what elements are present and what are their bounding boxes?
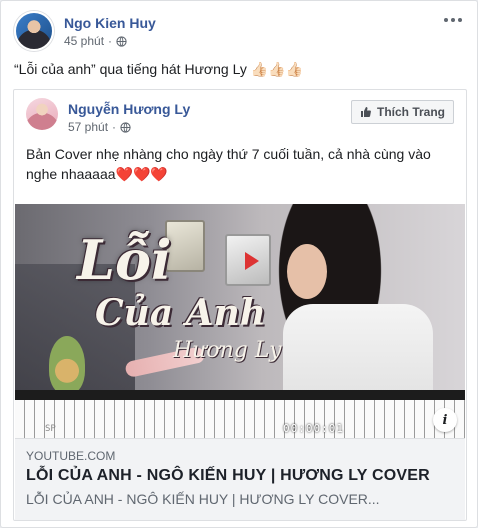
author-name[interactable]: Ngo Kien Huy	[64, 15, 156, 31]
more-options-icon[interactable]	[444, 13, 464, 27]
link-preview[interactable]: YOUTUBE.COM LỖI CỦA ANH - NGÔ KIẾN HUY |…	[15, 438, 465, 520]
link-domain: YOUTUBE.COM	[26, 449, 116, 463]
link-description: LỖI CỦA ANH - NGÔ KIẾN HUY | HƯƠNG LY CO…	[26, 491, 380, 507]
shared-author-avatar[interactable]	[26, 98, 58, 130]
video-overlay-singer: Hương Ly	[173, 338, 282, 363]
like-page-button[interactable]: Thích Trang	[350, 100, 454, 124]
video-bg-play-logo	[245, 252, 259, 270]
post-text: “Lỗi của anh” qua tiếng hát Hương Ly 👍🏻👍…	[14, 61, 304, 77]
link-title[interactable]: LỖI CỦA ANH - NGÔ KIẾN HUY | HƯƠNG LY CO…	[26, 467, 430, 485]
video-corner-text: SP	[45, 424, 56, 434]
thumbs-up-icon	[360, 107, 371, 117]
shared-post-text: Bản Cover nhẹ nhàng cho ngày thứ 7 cuối …	[26, 146, 431, 182]
video-bg-plant	[49, 336, 85, 394]
author-avatar[interactable]	[14, 11, 54, 51]
video-overlay-title: Lỗi	[77, 228, 172, 292]
shared-author-name[interactable]: Nguyễn Hương Ly	[68, 101, 190, 117]
post-meta: 45 phút ·	[64, 34, 127, 48]
video-preview[interactable]: Lỗi Của Anh Hương Ly SP 00:00:01 i	[15, 204, 465, 438]
shared-post: Nguyễn Hương Ly 57 phút · Thích Trang Bả…	[13, 89, 467, 521]
like-page-label: Thích Trang	[376, 105, 445, 119]
video-piano-keys	[15, 400, 465, 438]
shared-post-time[interactable]: 57 phút	[68, 120, 108, 134]
video-overlay-title: Của Anh	[95, 292, 266, 334]
post-time[interactable]: 45 phút	[64, 34, 104, 48]
shared-post-meta: 57 phút ·	[68, 120, 131, 134]
globe-icon[interactable]	[116, 35, 127, 47]
globe-icon[interactable]	[120, 121, 131, 133]
video-timestamp: 00:00:01	[283, 422, 344, 435]
dot-separator: ·	[108, 34, 113, 48]
post-header: Ngo Kien Huy 45 phút ·	[14, 11, 466, 51]
video-singer-face	[287, 244, 327, 299]
info-icon[interactable]: i	[433, 408, 457, 432]
shared-post-header: Nguyễn Hương Ly 57 phút · Thích Trang	[26, 98, 454, 134]
dot-separator: ·	[112, 120, 117, 134]
feed-post: Ngo Kien Huy 45 phút · “Lỗi của anh” qua…	[0, 0, 478, 528]
